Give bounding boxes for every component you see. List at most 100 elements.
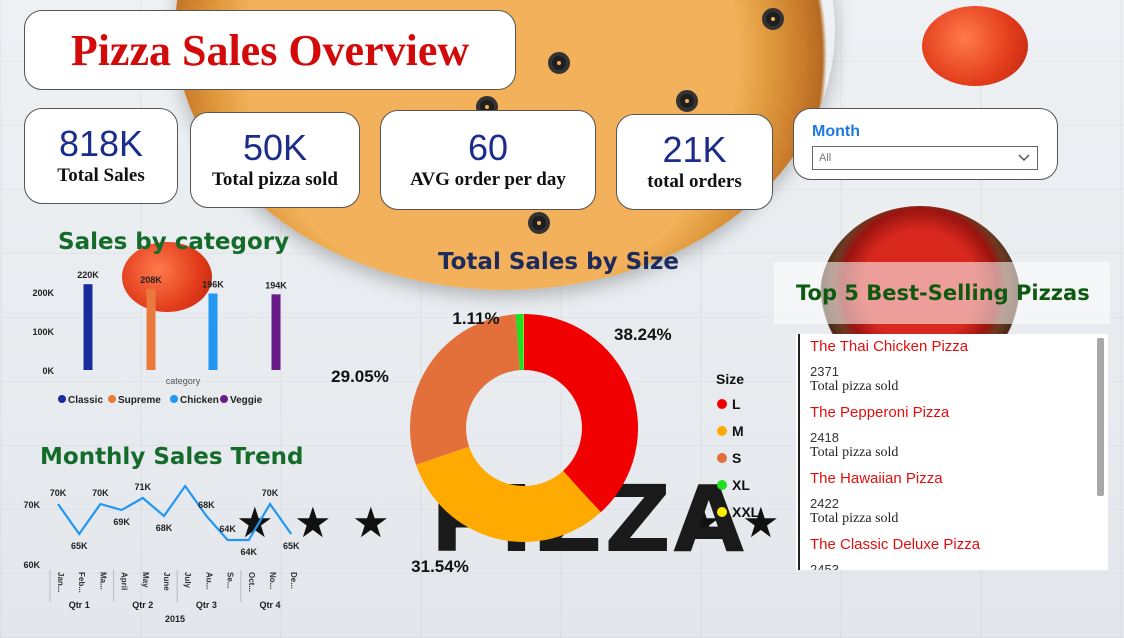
pizza-name: The Thai Chicken Pizza	[810, 338, 969, 355]
legend-label: M	[732, 423, 744, 439]
legend-label: Classic	[68, 395, 103, 406]
y-tick-label: 60K	[23, 560, 40, 570]
data-label: 1.11%	[452, 309, 499, 328]
pizza-sold-count: 2418	[810, 430, 839, 445]
data-label: 194K	[265, 280, 287, 290]
x-tick-label: Oct...	[247, 572, 256, 592]
quarter-label: Qtr 3	[196, 600, 217, 610]
legend-swatch	[170, 395, 178, 403]
category-bar-chart: 0K 100K 200K 220K 208K 196K 194K category Classi…	[32, 270, 287, 406]
kpi-total-sales: 818K Total Sales	[24, 108, 178, 204]
x-tick-label: Jan...	[56, 572, 65, 592]
quarter-label: Qtr 2	[132, 600, 153, 610]
legend-label: XXL	[732, 504, 760, 520]
x-tick-label: Se...	[226, 572, 235, 588]
data-label: 65K	[283, 541, 300, 551]
pizza-sold-count: 2422	[810, 496, 839, 511]
dropdown-value: All	[819, 152, 832, 164]
size-chart-title: Total Sales by Size	[438, 249, 680, 275]
y-tick-label: 100K	[32, 327, 54, 337]
pizza-sold-caption: Total pizza sold	[810, 379, 899, 394]
pizza-sold-caption: Total pizza sold	[810, 445, 899, 460]
kpi-label: total orders	[647, 170, 742, 192]
data-label: 64K	[219, 524, 236, 534]
bar	[271, 294, 281, 370]
list-item[interactable]: The Hawaiian Pizza 2422 Total pizza sold	[798, 466, 1108, 532]
kpi-total-orders: 21K total orders	[616, 114, 773, 210]
data-label: 71K	[135, 482, 152, 492]
legend-label: XL	[732, 477, 750, 493]
data-label: 70K	[262, 488, 279, 498]
legend-label: Supreme	[118, 395, 161, 406]
kpi-avg-order-per-day: 60 AVG order per day	[380, 110, 596, 210]
list-scrollbar[interactable]	[1097, 338, 1104, 496]
data-label: 68K	[156, 523, 173, 533]
olive-decor	[762, 8, 784, 30]
x-tick-label: Ma...	[98, 572, 107, 590]
x-tick-label: June	[162, 572, 171, 591]
data-label: 29.05%	[331, 367, 389, 386]
month-dropdown[interactable]: All	[812, 146, 1038, 170]
olive-decor	[528, 212, 550, 234]
title-card: Pizza Sales Overview	[24, 10, 516, 90]
trend-chart-title: Monthly Sales Trend	[40, 444, 304, 470]
data-label: 70K	[50, 488, 67, 498]
y-tick-label: 0K	[42, 366, 54, 376]
kpi-total-pizza-sold: 50K Total pizza sold	[190, 112, 360, 208]
pizza-name: The Hawaiian Pizza	[810, 470, 943, 487]
x-tick-label: No...	[268, 572, 277, 589]
top5-list[interactable]: The Thai Chicken Pizza 2371 Total pizza …	[796, 334, 1108, 570]
kpi-value: 50K	[242, 127, 308, 169]
pizza-sold-caption: Total pizza sold	[810, 511, 899, 526]
data-label: 69K	[113, 517, 130, 527]
bar	[146, 288, 156, 370]
data-label: 65K	[71, 541, 88, 551]
kpi-label: Total Sales	[57, 164, 145, 186]
bar	[83, 284, 93, 370]
legend-swatch	[220, 395, 228, 403]
tomato-image	[922, 6, 1028, 86]
list-item[interactable]: The Thai Chicken Pizza 2371 Total pizza …	[798, 334, 1108, 400]
legend-label: Veggie	[230, 395, 263, 406]
legend-label: L	[732, 396, 741, 412]
top5-title: Top 5 Best-Selling Pizzas	[796, 281, 1090, 305]
top5-header: Top 5 Best-Selling Pizzas	[774, 262, 1110, 324]
monthly-trend-line-chart: 60K70K70K65K70K69K71K68K73K68K64K64K70K6…	[23, 482, 300, 624]
kpi-value: 818K	[58, 123, 144, 165]
legend-swatch	[108, 395, 116, 403]
data-label: 70K	[92, 488, 109, 498]
olive-decor	[676, 90, 698, 112]
kpi-value: 21K	[662, 129, 727, 171]
x-axis-label: category	[166, 376, 201, 386]
x-tick-label: Au...	[204, 572, 213, 589]
legend-swatch	[717, 426, 727, 436]
pizza-name: The Classic Deluxe Pizza	[810, 536, 981, 553]
bar	[208, 293, 218, 370]
legend-swatch	[717, 453, 727, 463]
list-item[interactable]: The Pepperoni Pizza 2418 Total pizza sol…	[798, 400, 1108, 466]
kpi-value: 60	[467, 127, 509, 169]
donut-slice	[410, 314, 520, 465]
list-item[interactable]: The Classic Deluxe Pizza 2453 Total pizz…	[798, 532, 1108, 570]
chevron-down-icon	[1018, 154, 1030, 162]
kpi-label: Total pizza sold	[212, 168, 338, 190]
olive-decor	[548, 52, 570, 74]
legend-swatch	[717, 507, 727, 517]
slicer-label: Month	[812, 123, 860, 140]
data-label: 208K	[140, 275, 162, 285]
data-label: 38.24%	[614, 325, 672, 344]
pizza-sold-count: 2453	[810, 562, 839, 570]
legend-swatch	[717, 480, 727, 490]
quarter-label: Qtr 1	[69, 600, 90, 610]
category-chart-title: Sales by category	[58, 229, 290, 255]
x-tick-label: May	[141, 572, 150, 588]
y-tick-label: 70K	[23, 500, 40, 510]
x-tick-label: Feb...	[77, 572, 86, 593]
pizza-sold-count: 2371	[810, 364, 839, 379]
x-tick-label: De...	[289, 572, 298, 589]
data-label: 196K	[202, 280, 224, 290]
size-donut-chart: 38.24% 31.54% 29.05% 1.11% Size LMS XL XXL	[331, 309, 760, 576]
kpi-label: AVG order per day	[410, 168, 566, 190]
legend-swatch	[58, 395, 66, 403]
legend-title: Size	[716, 371, 744, 387]
